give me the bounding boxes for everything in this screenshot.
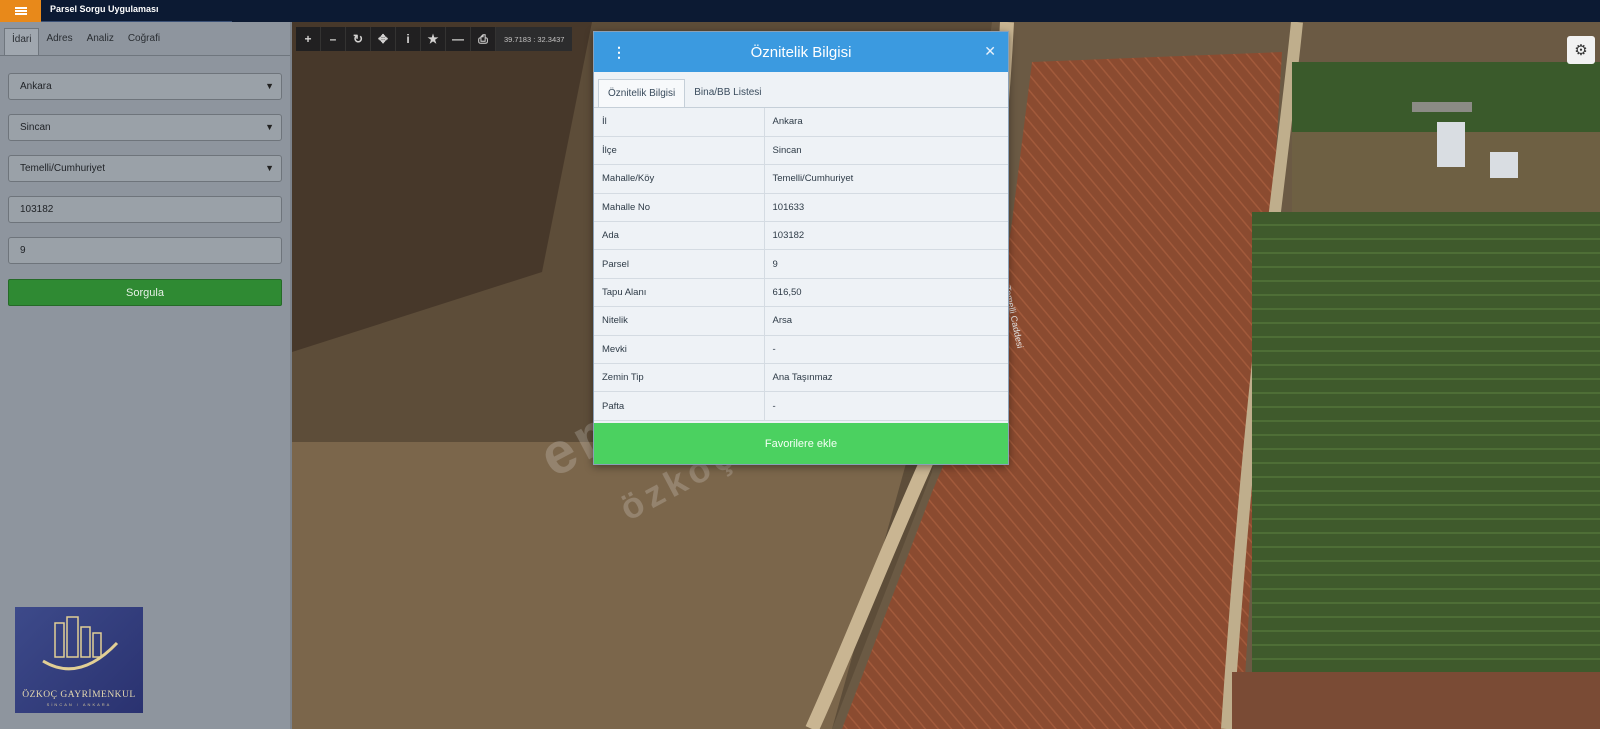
table-row: İl Ankara xyxy=(594,108,1008,137)
attribute-value: Ankara xyxy=(764,108,1008,137)
table-row: Parsel 9 xyxy=(594,249,1008,279)
mahalle-select-value: Temelli/Cumhuriyet xyxy=(20,163,106,174)
attribute-key: Nitelik xyxy=(594,306,765,336)
attribute-value: - xyxy=(764,335,1008,365)
tab-analiz[interactable]: Analiz xyxy=(80,28,121,55)
attribute-value: Ana Taşınmaz xyxy=(764,363,1008,393)
table-row: Mevki - xyxy=(594,335,1008,365)
attribute-value: - xyxy=(764,391,1008,421)
table-row: Nitelik Arsa xyxy=(594,306,1008,336)
logo-name: ÖZKOÇ GAYRİMENKUL xyxy=(22,690,136,700)
menu-icon xyxy=(14,7,27,15)
close-icon[interactable]: ✕ xyxy=(984,43,996,60)
print-icon[interactable]: ⎙ xyxy=(471,27,496,51)
attribute-table: İl Ankara İlçe Sincan Mahalle/Köy Temelli/Cum… xyxy=(594,108,1008,421)
attribute-key: Mahalle/Köy xyxy=(594,164,765,194)
ilce-select[interactable]: Sincan ▼ xyxy=(8,114,282,141)
ilce-select-value: Sincan xyxy=(20,122,51,133)
parsel-input[interactable]: 9 xyxy=(8,237,282,264)
add-favorite-button[interactable]: Favorilere ekle xyxy=(594,423,1008,464)
attribute-value: 616,50 xyxy=(764,278,1008,308)
tab-adres[interactable]: Adres xyxy=(39,28,79,55)
chevron-down-icon: ▼ xyxy=(265,163,274,173)
table-row: Ada 103182 xyxy=(594,221,1008,251)
sidebar-tabs: İdari Adres Analiz Coğrafi xyxy=(0,22,290,56)
minus-icon[interactable]: — xyxy=(446,27,471,51)
star-icon[interactable]: ★ xyxy=(421,27,446,51)
zoom-out-icon[interactable]: – xyxy=(321,27,346,51)
hamburger-menu-button[interactable] xyxy=(0,0,41,22)
table-row: Mahalle/Köy Temelli/Cumhuriyet xyxy=(594,164,1008,194)
il-select-value: Ankara xyxy=(20,81,52,92)
app-title: Parsel Sorgu Uygulaması xyxy=(50,4,159,14)
zoom-in-icon[interactable]: + xyxy=(296,27,321,51)
attribute-value: Arsa xyxy=(764,306,1008,336)
popup-title: Öznitelik Bilgisi xyxy=(750,43,852,61)
attribute-value: 103182 xyxy=(764,221,1008,251)
mahalle-select[interactable]: Temelli/Cumhuriyet ▼ xyxy=(8,155,282,182)
locate-icon[interactable]: ✥ xyxy=(371,27,396,51)
attribute-key: Mevki xyxy=(594,335,765,365)
attribute-value: 101633 xyxy=(764,193,1008,223)
attribute-popup: ⋮ Öznitelik Bilgisi ✕ Öznitelik Bilgisi … xyxy=(593,31,1009,465)
tab-cografi[interactable]: Coğrafi xyxy=(121,28,167,55)
table-row: Pafta - xyxy=(594,391,1008,421)
il-select[interactable]: Ankara ▼ xyxy=(8,73,282,100)
attribute-key: Tapu Alanı xyxy=(594,278,765,308)
sorgula-button[interactable]: Sorgula xyxy=(8,279,282,306)
attribute-value: Sincan xyxy=(764,136,1008,166)
table-row: Tapu Alanı 616,50 xyxy=(594,278,1008,308)
attribute-value: 9 xyxy=(764,249,1008,279)
attribute-value: Temelli/Cumhuriyet xyxy=(764,164,1008,194)
coordinate-readout: 39.7183 : 32.3437 xyxy=(496,27,573,51)
attribute-key: İl xyxy=(594,108,765,137)
refresh-icon[interactable]: ↻ xyxy=(346,27,371,51)
table-row: Zemin Tip Ana Taşınmaz xyxy=(594,363,1008,393)
chevron-down-icon: ▼ xyxy=(265,122,274,132)
chevron-down-icon: ▼ xyxy=(265,81,274,91)
ada-input[interactable]: 103182 xyxy=(8,196,282,223)
logo-subtitle: SİNCAN / ANKARA xyxy=(46,702,112,707)
gear-icon[interactable]: ⚙ xyxy=(1567,36,1595,64)
attribute-key: Parsel xyxy=(594,249,765,279)
table-row: İlçe Sincan xyxy=(594,136,1008,166)
attribute-key: Zemin Tip xyxy=(594,363,765,393)
attribute-key: İlçe xyxy=(594,136,765,166)
tab-oznitelik[interactable]: Öznitelik Bilgisi xyxy=(598,79,686,107)
map-toolbar: + – ↻ ✥ i ★ — ⎙ 39.7183 : 32.3437 xyxy=(296,27,573,51)
attribute-key: Pafta xyxy=(594,391,765,421)
attribute-key: Mahalle No xyxy=(594,193,765,223)
tab-bina-listesi[interactable]: Bina/BB Listesi xyxy=(685,79,770,107)
info-icon[interactable]: i xyxy=(396,27,421,51)
top-bar: Parsel Sorgu Uygulaması xyxy=(0,0,1600,23)
popup-tabs: Öznitelik Bilgisi Bina/BB Listesi xyxy=(594,72,1008,108)
tab-idari[interactable]: İdari xyxy=(4,28,40,55)
table-row: Mahalle No 101633 xyxy=(594,193,1008,223)
buildings-logo-icon xyxy=(42,616,119,671)
kebab-menu-icon[interactable]: ⋮ xyxy=(612,44,626,61)
company-logo: ÖZKOÇ GAYRİMENKUL SİNCAN / ANKARA xyxy=(15,607,143,713)
attribute-key: Ada xyxy=(594,221,765,251)
popup-header: ⋮ Öznitelik Bilgisi ✕ xyxy=(594,32,1008,72)
